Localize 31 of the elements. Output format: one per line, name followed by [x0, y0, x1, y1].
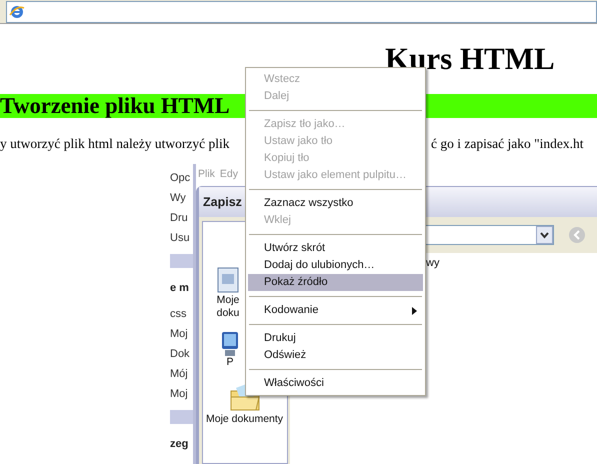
menu-item[interactable]: Zaznacz wszystko	[248, 195, 423, 212]
dialog-title: Zapisz	[203, 194, 242, 211]
panel-item[interactable]: Opc	[170, 168, 193, 188]
menu-item[interactable]: Odśwież	[248, 347, 423, 364]
panel-header: e m	[170, 281, 190, 296]
menu-item[interactable]: Kodowanie	[248, 302, 423, 319]
places-item[interactable]: P	[222, 332, 238, 369]
menu-item[interactable]: Pokaż źródło	[248, 274, 423, 291]
panel-band	[170, 254, 193, 268]
panel-item[interactable]: Wy	[170, 188, 193, 208]
computer-icon	[222, 332, 238, 356]
menu-item[interactable]: Właściwości	[248, 375, 423, 392]
back-icon[interactable]	[568, 226, 586, 244]
places-item[interactable]: Moje doku	[214, 266, 242, 320]
file-name[interactable]: wy	[426, 255, 440, 272]
section-heading: Tworzenie pliku HTML	[0, 94, 230, 118]
menu-item[interactable]: Drukuj	[248, 330, 423, 347]
dropdown-icon[interactable]	[536, 226, 553, 244]
panel-item[interactable]: Dok	[170, 344, 193, 364]
menu-item[interactable]: Utwórz skrót	[248, 240, 423, 257]
paragraph-text: ć go i zapisać jako "index.ht	[431, 135, 584, 153]
panel-item[interactable]: Dru	[170, 208, 193, 228]
paragraph-text: y utworzyć plik html należy utworzyć plik	[0, 135, 230, 153]
panel-header: zeg	[170, 437, 190, 452]
panel-item[interactable]: Moj	[170, 324, 193, 344]
panel-item[interactable]: css	[170, 304, 193, 324]
panel-item[interactable]: Moj	[170, 384, 193, 404]
menu-item[interactable]: Dodaj do ulubionych…	[248, 257, 423, 274]
panel-item[interactable]: Mój	[170, 364, 193, 384]
panel-band	[170, 410, 193, 424]
panel-item[interactable]: Usu	[170, 228, 193, 248]
